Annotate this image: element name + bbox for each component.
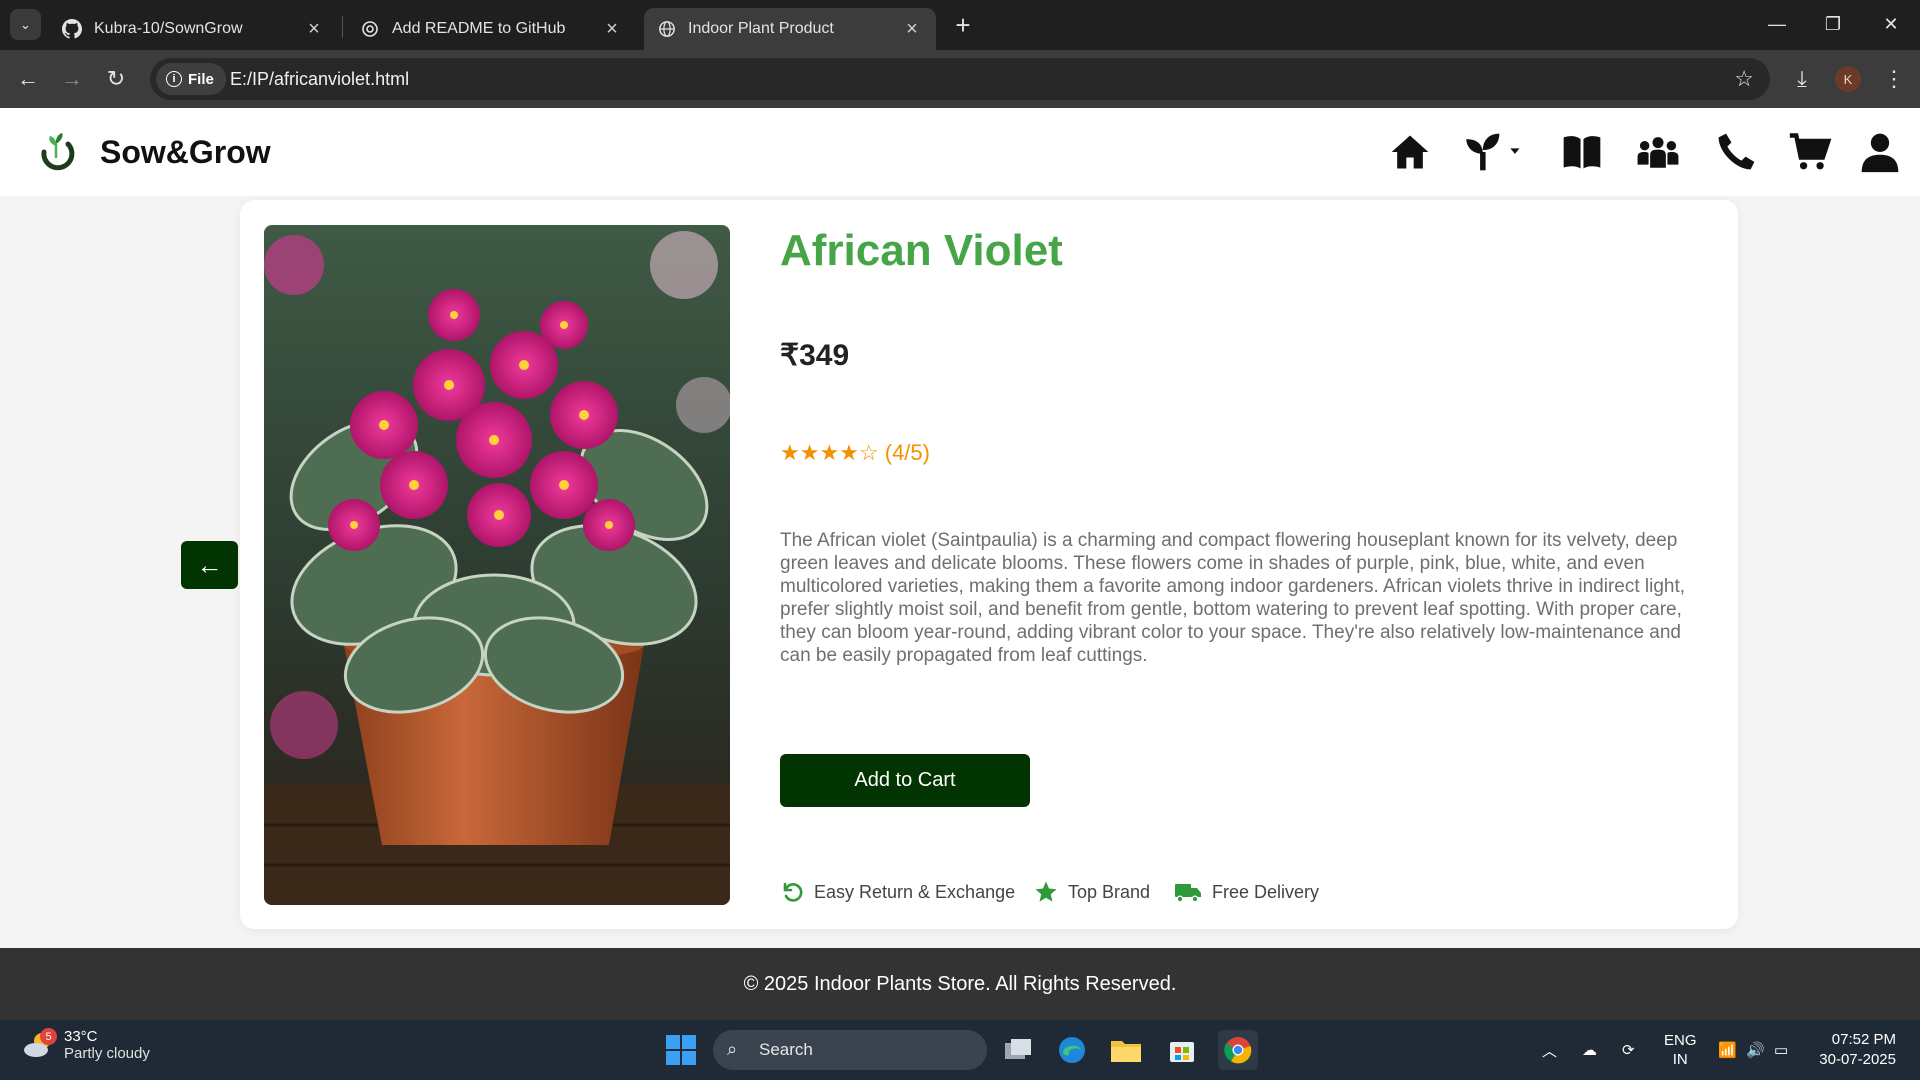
close-window-button[interactable]: ✕ [1868,6,1914,42]
edge-browser-icon[interactable] [1052,1030,1092,1070]
product-image [264,225,730,905]
feature-label: Top Brand [1068,881,1151,902]
weather-widget[interactable]: 5 33°C Partly cloudy [22,1028,150,1062]
close-icon[interactable]: × [902,18,922,41]
rating-text: (4/5) [884,440,930,465]
windows-taskbar: 5 33°C Partly cloudy ⌕ Search ︿ ☁ ⟳ ENG … [0,1020,1920,1080]
home-icon[interactable] [1388,130,1432,174]
show-hidden-icons-chevron-icon[interactable]: ︿ [1542,1020,1557,1080]
tab-title: Indoor Plant Product [688,20,834,37]
truck-icon [1175,884,1201,903]
search-icon: ⌕ [727,1039,738,1059]
taskbar-search[interactable]: ⌕ Search [713,1030,987,1070]
browser-toolbar: ← → ↻ i File E:/IP/africanviolet.html ☆ … [0,50,1920,108]
globe-icon [659,21,675,37]
product-rating: ★★★★☆ (4/5) [780,440,930,466]
feature-label: Easy Return & Exchange [814,881,1016,902]
community-icon[interactable] [1636,130,1680,174]
tab-divider [342,16,343,38]
github-icon [62,19,82,39]
brand-name[interactable]: Sow&Grow [100,134,271,171]
site-info-chip[interactable]: i File [156,63,226,95]
tab-github[interactable]: Kubra-10/SownGrow × [48,8,338,50]
clock-time: 07:52 PM [1831,1031,1896,1048]
tab-readme[interactable]: Add README to GitHub × [346,8,636,50]
url-text[interactable]: E:/IP/africanviolet.html [230,69,409,90]
african-violet-photo [264,225,730,905]
search-label: Search [759,1040,813,1059]
scheme-label: File [188,70,214,88]
tab-title: Add README to GitHub [392,20,566,37]
feature-easy-return: Easy Return & Exchange [780,880,1015,904]
download-icon[interactable]: ⤓ [1786,63,1818,95]
add-to-cart-button[interactable]: Add to Cart [780,754,1030,807]
weather-condition: Partly cloudy [64,1045,150,1062]
book-icon[interactable] [1560,130,1604,174]
onedrive-cloud-icon[interactable]: ☁ [1582,1020,1597,1080]
new-tab-button[interactable]: + [948,10,978,40]
info-icon: i [166,71,182,87]
star-icon [1035,881,1057,902]
language-line-2: IN [1672,1051,1688,1068]
volume-icon[interactable]: 🔊 [1746,1020,1765,1080]
system-clock[interactable]: 07:52 PM 30-07-2025 [1819,1030,1896,1070]
bookmark-star-icon[interactable]: ☆ [1734,66,1754,92]
file-explorer-icon[interactable] [1106,1030,1146,1070]
return-icon [783,882,803,902]
battery-icon[interactable]: ▭ [1774,1020,1788,1080]
wifi-icon[interactable]: 📶 [1718,1020,1737,1080]
logo-icon[interactable] [36,130,76,174]
clock-date: 30-07-2025 [1819,1051,1896,1068]
avatar[interactable]: K [1835,66,1861,92]
product-description: The African violet (Saintpaulia) is a ch… [780,530,1686,666]
forward-arrow-icon[interactable]: → [56,63,88,95]
phone-icon[interactable] [1714,130,1758,174]
weather-badge: 5 [40,1028,57,1045]
minimize-button[interactable]: — [1754,6,1800,42]
chrome-icon[interactable] [1218,1030,1258,1070]
close-icon[interactable]: × [602,18,622,41]
seedling-icon[interactable] [1462,130,1522,174]
language-indicator[interactable]: ENG IN [1664,1020,1697,1080]
reload-icon[interactable]: ↻ [100,63,132,95]
sync-icon[interactable]: ⟳ [1622,1020,1635,1080]
windows-start-icon[interactable] [666,1035,696,1065]
tab-search-button[interactable]: ⌄ [10,9,41,40]
weather-temp: 33°C [64,1028,98,1045]
browser-tab-strip: ⌄ Kubra-10/SownGrow × Add README to GitH… [0,0,1920,50]
cart-icon[interactable] [1788,130,1832,174]
tab-indoor-plant-product[interactable]: Indoor Plant Product × [644,8,936,50]
close-icon[interactable]: × [304,18,324,41]
copyright-text: © 2025 Indoor Plants Store. All Rights R… [743,972,1177,995]
product-price: ₹349 [780,339,850,372]
microsoft-store-icon[interactable] [1162,1030,1202,1070]
tab-title: Kubra-10/SownGrow [94,20,243,37]
address-bar[interactable]: i File E:/IP/africanviolet.html ☆ [150,58,1770,100]
task-view-icon[interactable] [998,1030,1038,1070]
site-header: Sow&Grow [0,108,1920,196]
feature-free-delivery: Free Delivery [1174,880,1319,904]
rating-stars: ★★★★☆ [780,440,879,465]
feature-label: Free Delivery [1212,881,1320,902]
kebab-menu-icon[interactable]: ⋮ [1878,63,1910,95]
user-icon[interactable] [1858,130,1902,174]
site-footer: © 2025 Indoor Plants Store. All Rights R… [0,948,1920,1020]
restore-button[interactable]: ❐ [1810,6,1856,42]
openai-icon [362,21,378,37]
product-title: African Violet [780,226,1063,275]
back-button[interactable]: ← [181,541,238,589]
back-arrow-icon[interactable]: ← [12,63,44,95]
language-line-1: ENG [1664,1032,1697,1049]
feature-top-brand: Top Brand [1034,880,1150,904]
